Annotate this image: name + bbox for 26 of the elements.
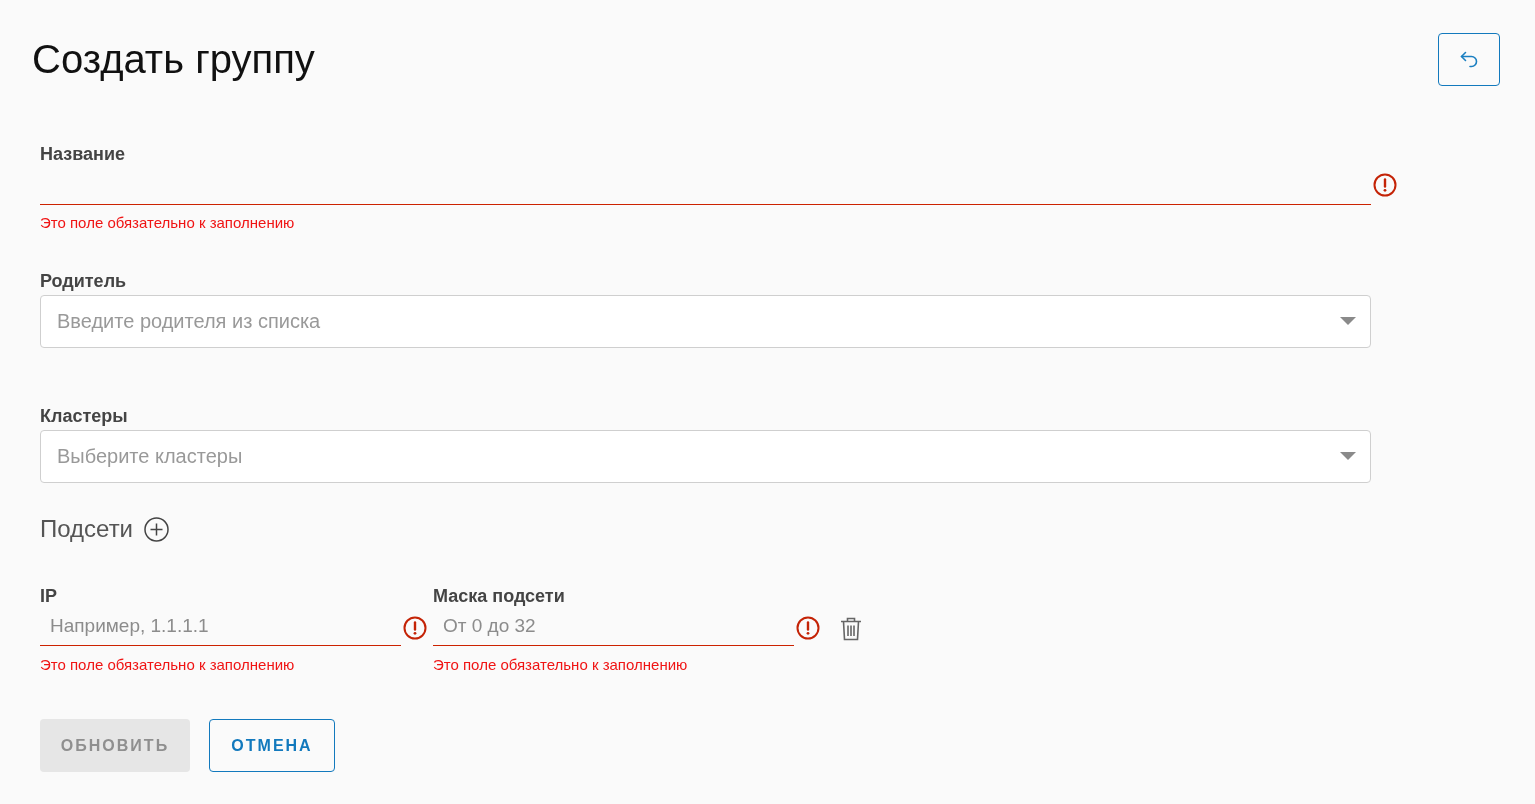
cancel-button[interactable]: ОТМЕНА	[209, 719, 335, 772]
field-label: Маска подсети	[433, 585, 565, 607]
add-button[interactable]	[144, 516, 170, 542]
error-icon	[796, 616, 820, 640]
error-message: Это поле обязательно к заполнению	[40, 656, 295, 674]
trash-icon	[840, 617, 862, 641]
section-heading: Подсети	[40, 514, 134, 544]
field-label: Родитель	[40, 270, 127, 292]
error-message: Это поле обязательно к заполнению	[40, 214, 295, 232]
text-input-field[interactable]: От 0 до 32	[433, 606, 794, 646]
field-label: Название	[40, 143, 125, 165]
error-icon	[403, 616, 427, 640]
delete-button[interactable]	[840, 617, 862, 641]
back-button[interactable]	[1438, 33, 1500, 86]
text-input-field[interactable]: Например, 1.1.1.1	[40, 606, 401, 646]
field-label: Кластеры	[40, 405, 128, 427]
dropdown-field[interactable]: Выберите кластеры	[40, 430, 1371, 483]
field-label: IP	[40, 585, 57, 607]
error-message: Это поле обязательно к заполнению	[433, 656, 688, 674]
dropdown-field[interactable]: Введите родителя из списка	[40, 295, 1371, 348]
page-title: Создать группу	[32, 36, 315, 83]
error-icon	[1373, 173, 1397, 197]
undo-arrow-icon	[1459, 51, 1479, 68]
caret-icon	[1340, 452, 1356, 460]
plus-circle-icon	[144, 516, 170, 542]
caret-icon	[1340, 317, 1356, 325]
